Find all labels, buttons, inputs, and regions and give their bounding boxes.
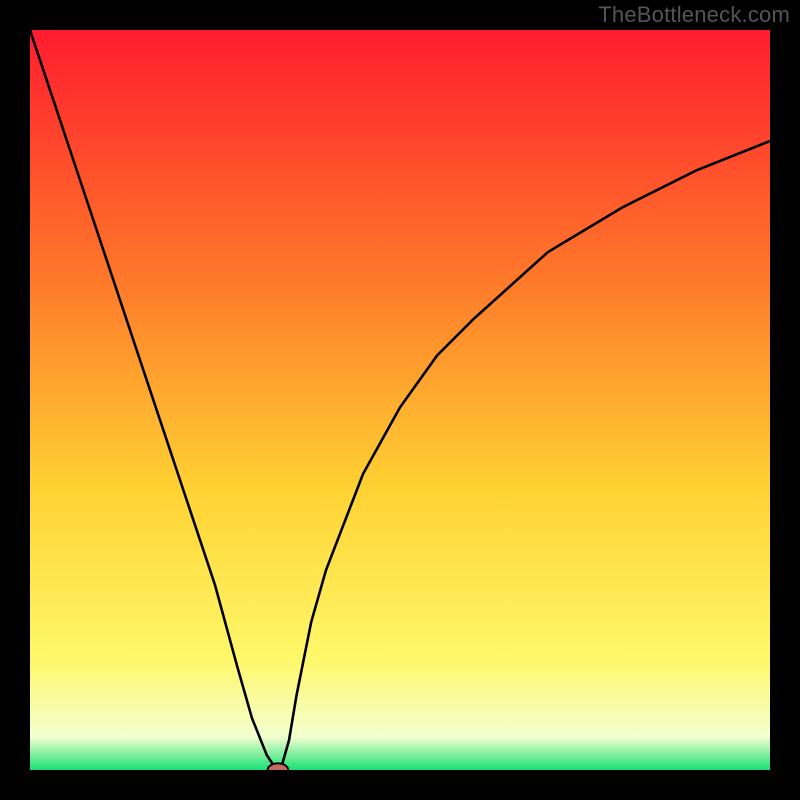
watermark-text: TheBottleneck.com <box>598 2 790 28</box>
optimum-marker <box>268 763 289 770</box>
chart-frame <box>30 30 770 770</box>
chart-svg <box>30 30 770 770</box>
page-root: TheBottleneck.com <box>0 0 800 800</box>
gradient-background <box>30 30 770 770</box>
